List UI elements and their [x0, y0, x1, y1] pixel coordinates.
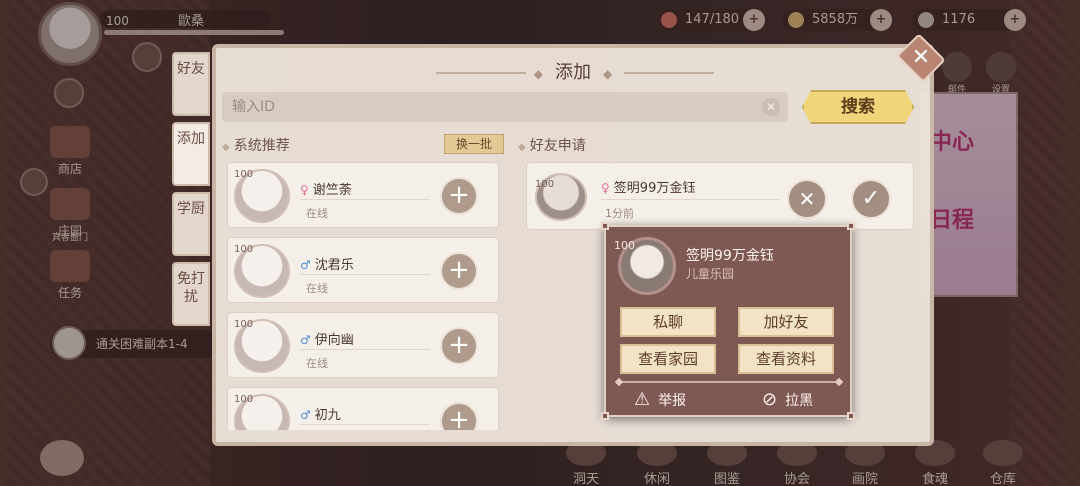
user-name: ♂ 初九	[300, 404, 341, 423]
report-label: 举报	[658, 393, 687, 409]
popup-corner	[601, 412, 609, 420]
divider	[300, 424, 430, 425]
list-item[interactable]: 100 ♂ 沈君乐 在线 +	[227, 237, 499, 303]
recommend-title: 系统推荐	[233, 138, 290, 154]
title-ornament-right: ◆	[603, 67, 613, 81]
male-icon: ♂	[300, 333, 311, 347]
tab-apprentice[interactable]: 学厨	[172, 192, 210, 256]
add-friend-button[interactable]: +	[440, 252, 478, 290]
request-title: 好友申请	[529, 138, 586, 154]
list-item[interactable]: 100 ♂ 初九 +	[227, 387, 499, 430]
tab-do-not-disturb[interactable]: 免打扰	[172, 262, 210, 326]
add-friend-button[interactable]: +	[440, 402, 478, 430]
popup-divider	[620, 381, 838, 383]
user-name-text: 伊向幽	[314, 333, 354, 348]
list-item[interactable]: 100 ♀ 谢竺荼 在线 +	[227, 162, 499, 228]
list-item[interactable]: 100 ♂ 伊向幽 在线 +	[227, 312, 499, 378]
level-badge: 100	[614, 239, 635, 252]
online-status: 在线	[306, 207, 328, 220]
panel-title: ◆ 添加 ◆	[216, 58, 930, 84]
user-name-text: 谢竺荼	[312, 183, 352, 198]
tab-add[interactable]: 添加	[172, 122, 210, 186]
request-time: 1分前	[605, 207, 634, 220]
view-garden-button[interactable]: 查看家园	[620, 344, 716, 374]
player-info-popup: 100 签明99万金钰 儿童乐园 私聊 加好友 查看家园 查看资料 ⚠ 举报 ⊘ 拉…	[601, 222, 855, 420]
view-profile-button[interactable]: 查看资料	[738, 344, 834, 374]
friend-request-item[interactable]: 100 ♀ 签明99万金钰 1分前 ✕ ✓	[526, 162, 914, 230]
female-icon: ♀	[601, 181, 610, 195]
level-badge: 100	[535, 179, 555, 190]
user-name: ♀ 签明99万金钰	[601, 177, 695, 196]
accept-request-button[interactable]: ✓	[851, 179, 891, 219]
male-icon: ♂	[300, 408, 311, 422]
online-status: 在线	[306, 357, 328, 370]
popup-guild-name: 儿童乐园	[686, 267, 735, 281]
search-input[interactable]: 输入ID	[222, 92, 788, 122]
recommend-header: ◆ 系统推荐	[222, 135, 290, 155]
user-name: ♂ 伊向幽	[300, 329, 354, 348]
divider	[300, 274, 430, 275]
tab-friends[interactable]: 好友	[172, 52, 210, 116]
request-header: ◆ 好友申请	[518, 135, 586, 155]
popup-corner	[847, 222, 855, 230]
refresh-recommend-button[interactable]: 换一批	[444, 134, 504, 154]
user-name-text: 沈君乐	[314, 258, 354, 273]
male-icon: ♂	[300, 258, 311, 272]
user-name: ♂ 沈君乐	[300, 254, 354, 273]
popup-corner	[847, 412, 855, 420]
level-badge: 100	[234, 169, 254, 180]
user-name-text: 签明99万金钰	[613, 181, 696, 196]
recommend-list[interactable]: 100 ♀ 谢竺荼 在线 + 100 ♂ 沈君乐 在线 + 100 ♂ 伊向幽 在线 …	[227, 162, 501, 430]
popup-player-name: 签明99万金钰	[686, 248, 774, 264]
panel-title-text: 添加	[555, 62, 591, 83]
warning-icon: ⚠	[634, 389, 651, 410]
online-status: 在线	[306, 282, 328, 295]
level-badge: 100	[234, 394, 254, 405]
add-friend-popup-button[interactable]: 加好友	[738, 307, 834, 337]
popup-corner	[601, 222, 609, 230]
user-name: ♀ 谢竺荼	[300, 179, 352, 198]
block-button[interactable]: ⊘ 拉黑	[762, 389, 813, 410]
divider	[300, 349, 430, 350]
search-button[interactable]: 搜索	[802, 90, 914, 124]
close-icon: ✕	[911, 45, 931, 70]
diamond-icon: ◆	[222, 142, 230, 153]
private-chat-button[interactable]: 私聊	[620, 307, 716, 337]
divider	[300, 199, 430, 200]
female-icon: ♀	[300, 183, 309, 197]
panel-tabs: 好友 添加 学厨 免打扰	[172, 52, 210, 332]
level-badge: 100	[234, 319, 254, 330]
block-icon: ⊘	[762, 389, 778, 410]
block-label: 拉黑	[785, 393, 814, 409]
reject-request-button[interactable]: ✕	[787, 179, 827, 219]
clear-search-icon[interactable]: ✕	[762, 98, 780, 116]
add-friend-button[interactable]: +	[440, 177, 478, 215]
level-badge: 100	[234, 244, 254, 255]
title-ornament-left: ◆	[533, 67, 543, 81]
add-friend-button[interactable]: +	[440, 327, 478, 365]
report-button[interactable]: ⚠ 举报	[634, 389, 686, 410]
user-name-text: 初九	[314, 408, 341, 423]
divider	[601, 199, 781, 200]
diamond-icon: ◆	[518, 142, 526, 153]
